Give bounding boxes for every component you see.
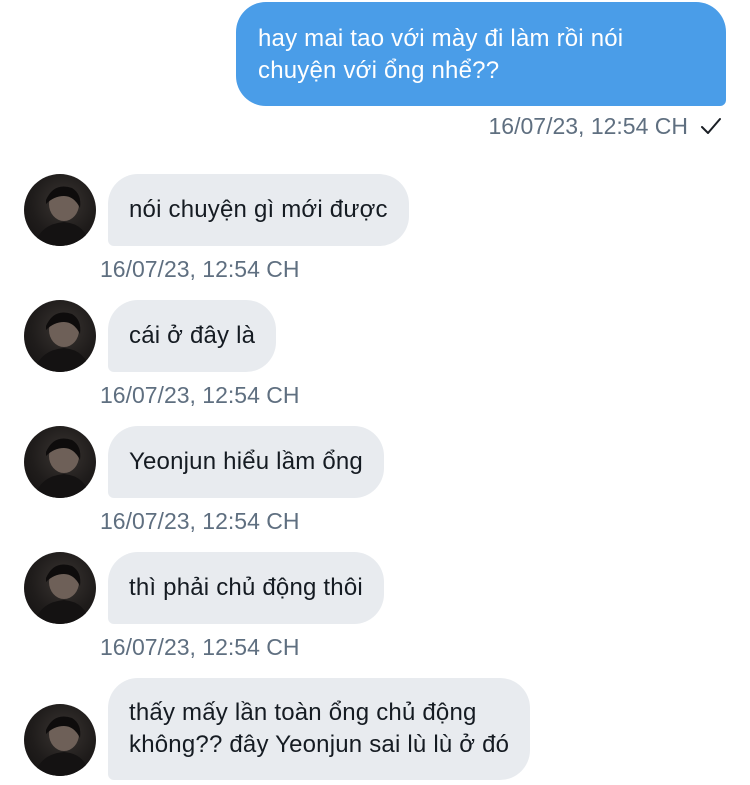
incoming-message-bubble[interactable]: cái ở đây là xyxy=(108,300,277,372)
message-timestamp: 16/07/23, 12:54 CH xyxy=(100,508,300,534)
message-thread: hay mai tao với mày đi làm rồi nói chuyệ… xyxy=(0,0,750,785)
avatar[interactable] xyxy=(24,704,96,776)
message-text-line: không?? đây Yeonjun sai lù lù ở đó xyxy=(129,731,510,758)
incoming-message-bubble[interactable]: nói chuyện gì mới được xyxy=(108,174,409,246)
message-timestamp: 16/07/23, 12:54 CH xyxy=(100,634,300,660)
message-timestamp: 16/07/23, 12:54 CH xyxy=(488,113,688,139)
message-text-line: chuyện với ổng nhể?? xyxy=(258,57,500,84)
incoming-message-bubble[interactable]: Yeonjun hiểu lầm ổng xyxy=(108,426,384,498)
outgoing-message-bubble[interactable]: hay mai tao với mày đi làm rồi nói chuyệ… xyxy=(236,2,726,106)
avatar[interactable] xyxy=(24,174,96,246)
incoming-message-bubble[interactable]: thì phải chủ động thôi xyxy=(108,552,384,624)
message-text-line: thấy mấy lần toàn ổng chủ động xyxy=(129,699,477,726)
avatar[interactable] xyxy=(24,300,96,372)
avatar[interactable] xyxy=(24,426,96,498)
message-text-line: hay mai tao với mày đi làm rồi nói xyxy=(258,25,624,52)
message-timestamp: 16/07/23, 12:54 CH xyxy=(100,256,300,282)
message-timestamp: 16/07/23, 12:54 CH xyxy=(100,382,300,408)
avatar[interactable] xyxy=(24,552,96,624)
incoming-message-bubble[interactable]: thấy mấy lần toàn ổng chủ động không?? đ… xyxy=(108,678,531,780)
checkmark-icon xyxy=(700,115,722,137)
outgoing-message-meta: 16/07/23, 12:54 CH xyxy=(489,112,722,140)
